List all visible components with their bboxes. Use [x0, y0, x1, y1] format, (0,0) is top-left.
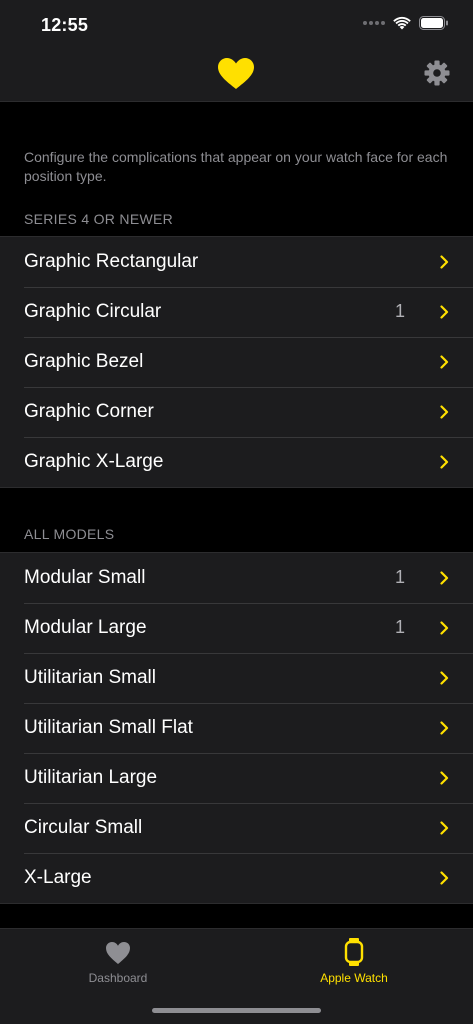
list-item[interactable]: Graphic Bezel — [0, 337, 473, 387]
chevron-right-icon — [440, 821, 449, 840]
list-item-label: Utilitarian Small Flat — [24, 717, 193, 738]
screen: 12:55 Configure the complications that a… — [0, 0, 473, 1024]
cellular-signal-icon — [363, 21, 385, 25]
list-item-label: X-Large — [24, 867, 92, 888]
status-time: 12:55 — [41, 15, 89, 35]
list-item[interactable]: Modular Small 1 — [0, 553, 473, 603]
home-indicator — [152, 1008, 321, 1013]
list-item-label: Circular Small — [24, 817, 143, 838]
list-item[interactable]: Graphic X-Large — [0, 437, 473, 487]
list-item[interactable]: Utilitarian Large — [0, 753, 473, 803]
status-icons — [363, 16, 449, 30]
tab-dashboard[interactable]: Dashboard — [48, 937, 188, 985]
chevron-right-icon — [440, 305, 449, 324]
chevron-right-icon — [440, 671, 449, 690]
list-item[interactable]: Utilitarian Small Flat — [0, 703, 473, 753]
section-header-series4: SERIES 4 OR NEWER — [24, 211, 174, 227]
heart-icon — [218, 58, 254, 95]
list-item[interactable]: Graphic Corner — [0, 387, 473, 437]
navigation-bar: 12:55 — [0, 0, 473, 102]
tab-label: Dashboard — [88, 971, 148, 985]
battery-icon — [419, 16, 449, 30]
chevron-right-icon — [440, 571, 449, 590]
chevron-right-icon — [440, 355, 449, 374]
list-item-label: Modular Small — [24, 567, 146, 588]
list-item-label: Graphic Corner — [24, 401, 154, 422]
section-header-all-models: ALL MODELS — [24, 526, 115, 542]
wifi-icon — [393, 16, 411, 30]
list-item-count: 1 — [394, 567, 405, 587]
list-item-count: 1 — [394, 617, 405, 637]
chevron-right-icon — [440, 771, 449, 790]
list-item-label: Graphic X-Large — [24, 451, 164, 472]
list-item-label: Utilitarian Small — [24, 667, 156, 688]
list-item[interactable]: Modular Large 1 — [0, 603, 473, 653]
list-item[interactable]: Graphic Rectangular — [0, 237, 473, 287]
chevron-right-icon — [440, 405, 449, 424]
section-series4: Graphic Rectangular Graphic Circular 1 G… — [0, 236, 473, 488]
section-all-models: Modular Small 1 Modular Large 1 Utilitar… — [0, 552, 473, 904]
list-item[interactable]: Circular Small — [0, 803, 473, 853]
list-item-label: Graphic Bezel — [24, 351, 144, 372]
list-item[interactable]: X-Large — [0, 853, 473, 903]
chevron-right-icon — [440, 621, 449, 640]
list-item-label: Utilitarian Large — [24, 767, 158, 788]
settings-button[interactable] — [424, 60, 450, 91]
watch-icon — [284, 937, 424, 967]
list-item-label: Graphic Circular — [24, 301, 162, 322]
gear-icon — [424, 60, 450, 90]
heart-icon — [48, 937, 188, 967]
chevron-right-icon — [440, 721, 449, 740]
list-item[interactable]: Graphic Circular 1 — [0, 287, 473, 337]
list-item[interactable]: Utilitarian Small — [0, 653, 473, 703]
list-item-label: Modular Large — [24, 617, 147, 638]
chevron-right-icon — [440, 255, 449, 274]
tab-apple-watch[interactable]: Apple Watch — [284, 937, 424, 985]
tab-label: Apple Watch — [320, 971, 388, 985]
list-item-label: Graphic Rectangular — [24, 251, 199, 272]
list-item-count: 1 — [394, 301, 405, 321]
chevron-right-icon — [440, 871, 449, 890]
chevron-right-icon — [440, 455, 449, 474]
intro-text: Configure the complications that appear … — [24, 149, 448, 184]
